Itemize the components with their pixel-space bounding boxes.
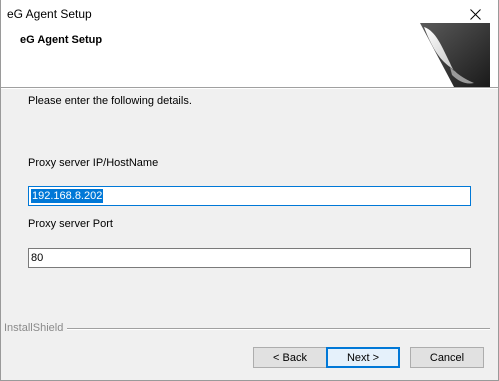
page-curl-icon: [420, 23, 490, 87]
proxy-host-label: Proxy server IP/HostName: [28, 157, 159, 169]
proxy-port-label: Proxy server Port: [28, 218, 113, 230]
installshield-brand: InstallShield: [4, 322, 64, 334]
proxy-host-value: 192.168.8.202: [31, 189, 104, 203]
footer-divider: [67, 328, 490, 330]
close-icon: [469, 8, 481, 20]
header-divider: [1, 87, 498, 89]
setup-dialog: eG Agent Setup eG Agent Setup Please ent…: [0, 0, 499, 381]
cancel-button[interactable]: Cancel: [410, 347, 484, 368]
window-title: eG Agent Setup: [7, 7, 92, 21]
header-title: eG Agent Setup: [20, 34, 103, 46]
back-button[interactable]: < Back: [253, 347, 327, 368]
instruction-text: Please enter the following details.: [28, 95, 192, 107]
proxy-port-input[interactable]: 80: [28, 248, 471, 268]
next-button[interactable]: Next >: [326, 347, 400, 368]
header-panel: eG Agent Setup: [1, 23, 498, 87]
proxy-host-input[interactable]: 192.168.8.202: [28, 186, 471, 206]
